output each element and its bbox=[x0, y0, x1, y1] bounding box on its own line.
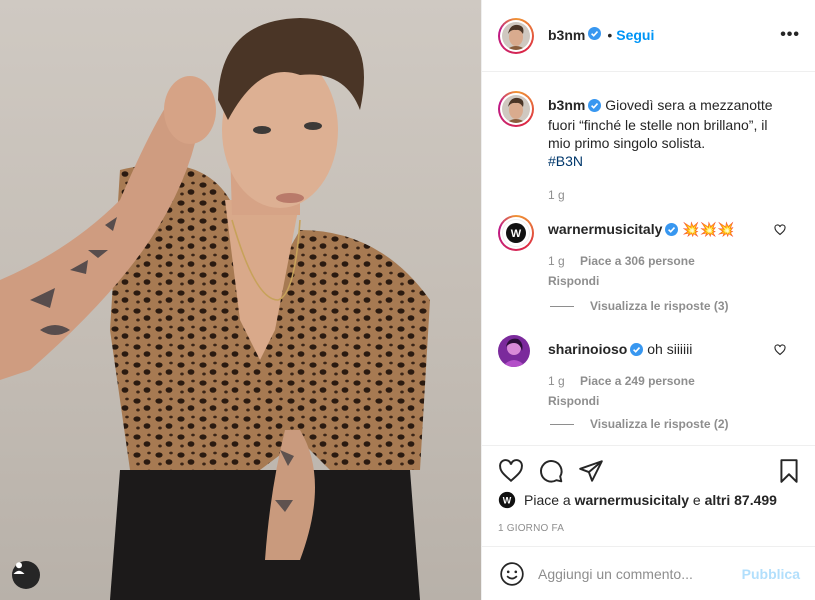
comment-icon bbox=[540, 460, 563, 483]
emoji-button[interactable] bbox=[499, 561, 525, 590]
likes-user[interactable]: warnermusicitaly bbox=[575, 492, 689, 508]
comment-body: warnermusicitaly 💥💥💥 1 g Piace a 306 per… bbox=[548, 220, 783, 290]
comments-section: b3nm Giovedì sera a mezzanotte fuori “fi… bbox=[482, 73, 815, 445]
post-date[interactable]: 1 GIORNO FA bbox=[498, 523, 564, 534]
caption-avatar-image bbox=[502, 95, 530, 123]
likes-prefix: Piace a bbox=[524, 492, 571, 508]
heart-icon bbox=[774, 344, 786, 356]
svg-text:W: W bbox=[503, 495, 512, 505]
share-button[interactable] bbox=[578, 458, 604, 487]
like-button[interactable] bbox=[498, 458, 524, 487]
comment-likes[interactable]: Piace a 249 persone bbox=[580, 374, 695, 388]
caption: b3nm Giovedì sera a mezzanotte fuori “fi… bbox=[498, 91, 798, 204]
caption-hashtag[interactable]: #B3N bbox=[548, 153, 583, 169]
comment-meta: 1 g Piace a 249 persone bbox=[548, 372, 783, 390]
emoji-icon bbox=[500, 562, 524, 586]
comment-body: sharinoioso oh siiiiii 1 g Piace a 249 p… bbox=[548, 340, 783, 410]
instagram-post-viewer: b3nm • Segui ••• b3nm Giovedì sera a mez… bbox=[0, 0, 815, 600]
verified-badge-icon bbox=[630, 342, 644, 360]
publish-button[interactable]: Pubblica bbox=[742, 566, 800, 582]
verified-badge-icon bbox=[665, 222, 679, 240]
post-author-username[interactable]: b3nm bbox=[548, 27, 585, 43]
caption-meta: 1 g bbox=[548, 186, 783, 204]
comment-avatar[interactable] bbox=[498, 335, 530, 367]
verified-badge-icon bbox=[588, 98, 602, 116]
post-photo[interactable] bbox=[0, 0, 481, 600]
post-details-panel: b3nm • Segui ••• b3nm Giovedì sera a mez… bbox=[481, 0, 815, 600]
separator-dot: • bbox=[607, 27, 613, 43]
post-author-line: b3nm • Segui bbox=[548, 27, 654, 43]
svg-text:W: W bbox=[511, 228, 522, 240]
verified-badge-icon bbox=[588, 27, 602, 43]
comment-text: oh siiiiii bbox=[647, 341, 693, 357]
post-header: b3nm • Segui ••• bbox=[482, 0, 815, 72]
comment-avatar-image bbox=[498, 335, 530, 367]
caption-time[interactable]: 1 g bbox=[548, 188, 565, 202]
view-replies-line bbox=[550, 423, 574, 425]
caption-username[interactable]: b3nm bbox=[548, 97, 585, 113]
comment-input[interactable] bbox=[538, 561, 738, 587]
add-comment-bar: Pubblica bbox=[482, 546, 815, 600]
heart-icon bbox=[774, 224, 786, 236]
warner-logo-icon: W bbox=[498, 491, 516, 509]
reply-button[interactable]: Rispondi bbox=[548, 272, 783, 290]
heart-icon bbox=[499, 459, 523, 483]
likes-others[interactable]: altri 87.499 bbox=[705, 492, 777, 508]
comment-username[interactable]: sharinoioso bbox=[548, 341, 627, 357]
comment-like-button[interactable] bbox=[774, 343, 786, 359]
bookmark-icon bbox=[780, 459, 798, 483]
view-replies-button[interactable]: Visualizza le risposte (3) bbox=[550, 299, 729, 313]
follow-button[interactable]: Segui bbox=[616, 27, 654, 43]
comment-time[interactable]: 1 g bbox=[548, 374, 565, 388]
author-avatar-image bbox=[502, 22, 530, 50]
comment-button[interactable] bbox=[538, 458, 564, 487]
more-options-button[interactable]: ••• bbox=[780, 26, 800, 44]
caption-body: b3nm Giovedì sera a mezzanotte fuori “fi… bbox=[548, 96, 783, 204]
portrait-illustration bbox=[0, 18, 430, 600]
user-tag-button[interactable] bbox=[12, 561, 40, 589]
view-replies-label: Visualizza le risposte (3) bbox=[590, 299, 729, 313]
likes-connector: e bbox=[692, 492, 701, 508]
caption-avatar[interactable] bbox=[498, 91, 534, 127]
user-tag-icon bbox=[13, 562, 25, 574]
view-replies-line bbox=[550, 305, 574, 307]
save-button[interactable] bbox=[776, 458, 802, 487]
reply-button[interactable]: Rispondi bbox=[548, 392, 783, 410]
comment-like-button[interactable] bbox=[774, 223, 786, 239]
comment-meta: 1 g Piace a 306 persone bbox=[548, 252, 783, 270]
comment-username[interactable]: warnermusicitaly bbox=[548, 221, 662, 237]
author-avatar[interactable] bbox=[498, 18, 534, 54]
share-icon bbox=[579, 460, 603, 482]
likes-summary: W Piace a warnermusicitaly e altri 87.49… bbox=[498, 491, 777, 509]
comment-text: 💥💥💥 bbox=[682, 221, 735, 237]
view-replies-label: Visualizza le risposte (2) bbox=[590, 417, 729, 431]
warner-logo-icon: W bbox=[506, 223, 526, 243]
comment-time[interactable]: 1 g bbox=[548, 254, 565, 268]
view-replies-button[interactable]: Visualizza le risposte (2) bbox=[550, 417, 729, 431]
comment-likes[interactable]: Piace a 306 persone bbox=[580, 254, 695, 268]
comment-avatar[interactable]: W bbox=[498, 215, 534, 251]
